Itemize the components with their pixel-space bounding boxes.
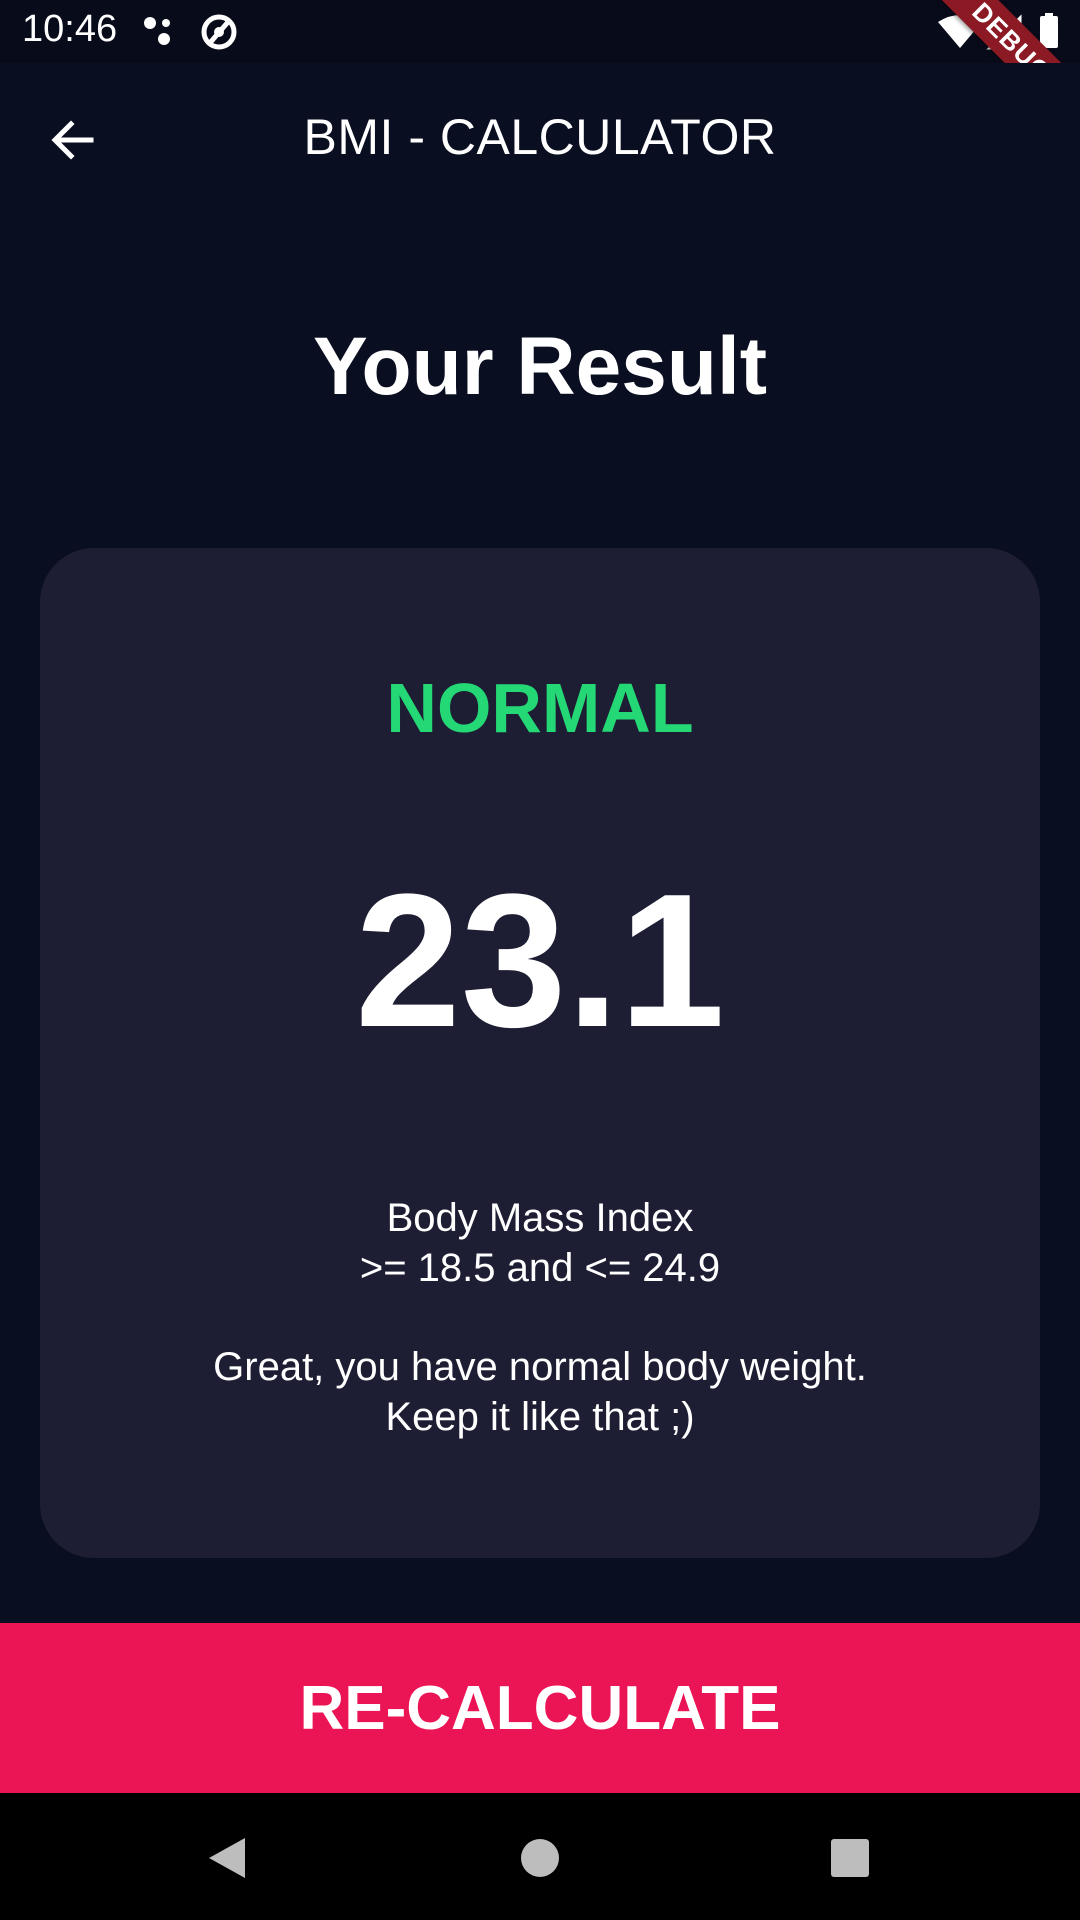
page-title: Your Result: [312, 321, 768, 412]
nav-recents-icon: [831, 1839, 869, 1877]
nav-recents-button[interactable]: [815, 1823, 885, 1893]
bmi-range-label: Body Mass Index: [386, 1196, 694, 1240]
sync-icon: [201, 14, 237, 50]
app-title: BMI - CALCULATOR: [303, 109, 777, 165]
advice-line-2: Keep it like that ;): [385, 1395, 695, 1439]
assistant-dots-icon: [144, 17, 170, 45]
nav-back-icon: [209, 1838, 245, 1878]
result-status: NORMAL: [386, 669, 694, 747]
battery-icon: [1040, 16, 1058, 48]
bmi-range: >= 18.5 and <= 24.9: [359, 1246, 721, 1290]
status-bar: 10:46: [0, 0, 1080, 63]
recalculate-button[interactable]: RE-CALCULATE: [0, 1623, 1080, 1793]
result-card: NORMAL 23.1 Body Mass Index >= 18.5 and …: [40, 548, 1040, 1558]
status-time: 10:46: [22, 8, 118, 50]
advice-line-1: Great, you have normal body weight.: [213, 1345, 867, 1389]
nav-back-button[interactable]: [192, 1823, 262, 1893]
nav-home-icon: [521, 1839, 559, 1877]
recalculate-label: RE-CALCULATE: [299, 1673, 781, 1743]
bmi-value: 23.1: [355, 855, 725, 1067]
nav-bar: [0, 1793, 1080, 1920]
nav-home-button[interactable]: [505, 1823, 575, 1893]
status-icons-left: [142, 12, 242, 52]
app-bar: BMI - CALCULATOR: [0, 63, 1080, 210]
